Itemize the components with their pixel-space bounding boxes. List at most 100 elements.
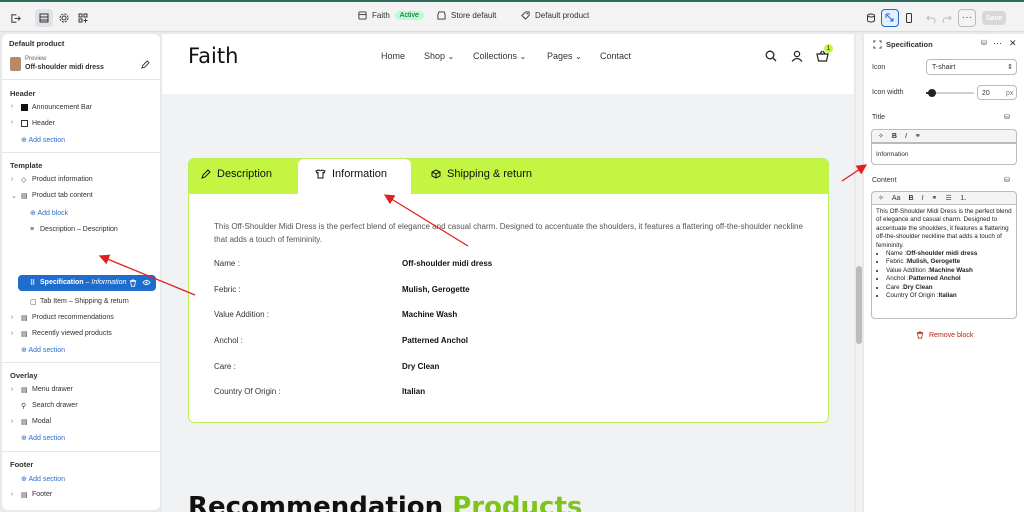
sidebar-item-footer[interactable]: Footer bbox=[32, 491, 52, 498]
panel-title: Default product bbox=[9, 39, 65, 48]
nav-link-home[interactable]: Home bbox=[381, 51, 405, 61]
bullet-list-icon[interactable]: ☰ bbox=[945, 194, 951, 202]
sidebar-item-product-recommendations[interactable]: Product recommendations bbox=[32, 314, 114, 321]
magic-format-icon[interactable]: ✧ bbox=[878, 194, 884, 202]
font-size-button[interactable]: Aa bbox=[892, 195, 901, 202]
remove-block-button[interactable]: Remove block bbox=[916, 331, 973, 339]
add-section-label: Add section bbox=[28, 347, 66, 354]
nav-link-collections[interactable]: Collections ⌄ bbox=[473, 51, 526, 61]
tab-shipping-return[interactable]: Shipping & return bbox=[431, 168, 532, 180]
item-value: Dry Clean bbox=[903, 283, 933, 291]
bold-icon[interactable]: B bbox=[908, 195, 913, 202]
sidebar-item-product-information[interactable]: Product information bbox=[32, 176, 93, 183]
nav-link-shop[interactable]: Shop ⌄ bbox=[424, 51, 454, 61]
chevron-right-icon[interactable]: › bbox=[11, 176, 13, 183]
delete-trash-icon[interactable] bbox=[128, 278, 137, 287]
tab-label: Information bbox=[332, 168, 388, 180]
inspector-cursor-icon[interactable] bbox=[881, 9, 899, 27]
store-logo[interactable]: Faith bbox=[188, 44, 238, 68]
magic-format-icon[interactable]: ✧ bbox=[878, 132, 884, 140]
content-editor[interactable]: This Off-Shoulder Midi Dress is the perf… bbox=[871, 205, 1017, 319]
tab-description[interactable]: Description bbox=[201, 168, 272, 180]
scrollbar-thumb[interactable] bbox=[856, 266, 862, 344]
tab-information[interactable]: Information bbox=[315, 168, 387, 180]
item-key: Care : bbox=[886, 283, 904, 291]
search-icon[interactable] bbox=[764, 49, 778, 63]
chevron-right-icon[interactable]: › bbox=[11, 119, 13, 126]
database-icon[interactable]: ⛁ bbox=[981, 39, 987, 47]
chevron-right-icon[interactable]: › bbox=[11, 418, 13, 425]
spec-row-label: Value Addition : bbox=[214, 310, 270, 319]
item-key: Febric : bbox=[886, 258, 907, 266]
dynamic-source-icon[interactable]: ⛁ bbox=[1004, 113, 1010, 121]
chevron-right-icon[interactable]: › bbox=[11, 386, 13, 393]
store-name: Faith bbox=[372, 11, 390, 20]
italic-icon[interactable]: I bbox=[905, 133, 907, 140]
item-key: Value Addition : bbox=[886, 266, 930, 274]
icon-width-input[interactable]: 20 px bbox=[977, 85, 1017, 100]
nav-label: Collections bbox=[473, 51, 518, 61]
title-input[interactable]: Information bbox=[871, 143, 1017, 165]
add-section-label: Add section bbox=[28, 476, 66, 483]
sidebar-item-modal[interactable]: Modal bbox=[32, 418, 51, 425]
add-section-footer-button[interactable]: ⊕ Add section bbox=[21, 475, 65, 483]
link-icon[interactable]: ⚭ bbox=[915, 132, 921, 140]
shop-icon bbox=[437, 11, 446, 20]
block-subtitle: – Shipping & return bbox=[68, 298, 129, 305]
sidebar-item-search-drawer[interactable]: Search drawer bbox=[32, 402, 78, 409]
preview-product[interactable]: Off-shoulder midi dress bbox=[25, 64, 104, 71]
sidebar-item-recently-viewed[interactable]: Recently viewed products bbox=[32, 330, 112, 337]
icon-width-slider-handle[interactable] bbox=[928, 89, 936, 97]
icon-select[interactable]: T-shairt ⇕ bbox=[926, 59, 1017, 75]
mobile-preview-icon[interactable] bbox=[900, 9, 918, 27]
add-block-button[interactable]: ⊕ Add block bbox=[30, 209, 68, 217]
store-default-selector[interactable]: Store default bbox=[437, 11, 496, 20]
add-section-overlay-button[interactable]: ⊕ Add section bbox=[21, 434, 65, 442]
chevron-down-icon[interactable]: ⌄ bbox=[11, 192, 17, 200]
sidebar-item-tab-item[interactable]: Tab Item – Shipping & return bbox=[40, 298, 129, 305]
box-icon bbox=[431, 169, 441, 179]
trash-icon bbox=[916, 331, 924, 339]
bold-icon[interactable]: B bbox=[892, 133, 897, 140]
template-selector[interactable]: Default product bbox=[521, 11, 589, 20]
add-section-template-button[interactable]: ⊕ Add section bbox=[21, 346, 65, 354]
add-section-header-button[interactable]: ⊕ Add section bbox=[21, 136, 65, 144]
sidebar-item-description[interactable]: Description – Description bbox=[40, 226, 118, 233]
more-options-icon[interactable]: ··· bbox=[993, 38, 1002, 48]
more-options-icon[interactable]: ··· bbox=[958, 9, 976, 27]
chevron-right-icon[interactable]: › bbox=[11, 103, 13, 110]
numbered-list-icon[interactable]: ⒈ bbox=[960, 193, 967, 203]
apps-grid-icon[interactable] bbox=[74, 9, 92, 27]
dynamic-source-icon[interactable]: ⛁ bbox=[1004, 176, 1010, 184]
store-selector[interactable]: Faith Active bbox=[358, 11, 424, 20]
tag-icon bbox=[521, 11, 530, 20]
italic-icon[interactable]: I bbox=[922, 195, 924, 202]
account-user-icon[interactable] bbox=[790, 49, 804, 63]
link-icon[interactable]: ⚭ bbox=[931, 194, 937, 202]
sections-view-button[interactable] bbox=[35, 9, 53, 27]
sidebar-item-header[interactable]: Header bbox=[32, 120, 55, 127]
exit-icon[interactable] bbox=[8, 11, 22, 25]
settings-gear-icon[interactable] bbox=[55, 9, 73, 27]
save-button[interactable]: Save bbox=[982, 11, 1006, 25]
drag-handle-icon[interactable]: ⠿ bbox=[30, 279, 35, 287]
nav-link-contact[interactable]: Contact bbox=[600, 51, 631, 61]
close-icon[interactable]: ✕ bbox=[1009, 38, 1017, 49]
template-label: Default product bbox=[535, 11, 590, 20]
sections-panel: Default product Preview Off-shoulder mid… bbox=[2, 34, 160, 510]
icon-width-track[interactable] bbox=[926, 89, 974, 97]
sidebar-item-announcement-bar[interactable]: Announcement Bar bbox=[32, 104, 92, 111]
chevron-right-icon[interactable]: › bbox=[11, 314, 13, 321]
chevron-right-icon[interactable]: › bbox=[11, 330, 13, 337]
sidebar-item-product-tab-content[interactable]: Product tab content bbox=[32, 192, 93, 199]
database-icon[interactable] bbox=[862, 9, 880, 27]
redo-icon[interactable] bbox=[938, 9, 956, 27]
edit-pencil-icon[interactable] bbox=[140, 59, 150, 69]
preview-scrollbar[interactable] bbox=[856, 34, 862, 512]
spec-row-value: Machine Wash bbox=[402, 310, 458, 319]
nav-link-pages[interactable]: Pages ⌄ bbox=[547, 51, 582, 61]
sidebar-item-menu-drawer[interactable]: Menu drawer bbox=[32, 386, 73, 393]
chevron-right-icon[interactable]: › bbox=[11, 491, 13, 498]
visibility-eye-icon[interactable] bbox=[142, 278, 151, 287]
template-group-title: Template bbox=[10, 161, 43, 170]
